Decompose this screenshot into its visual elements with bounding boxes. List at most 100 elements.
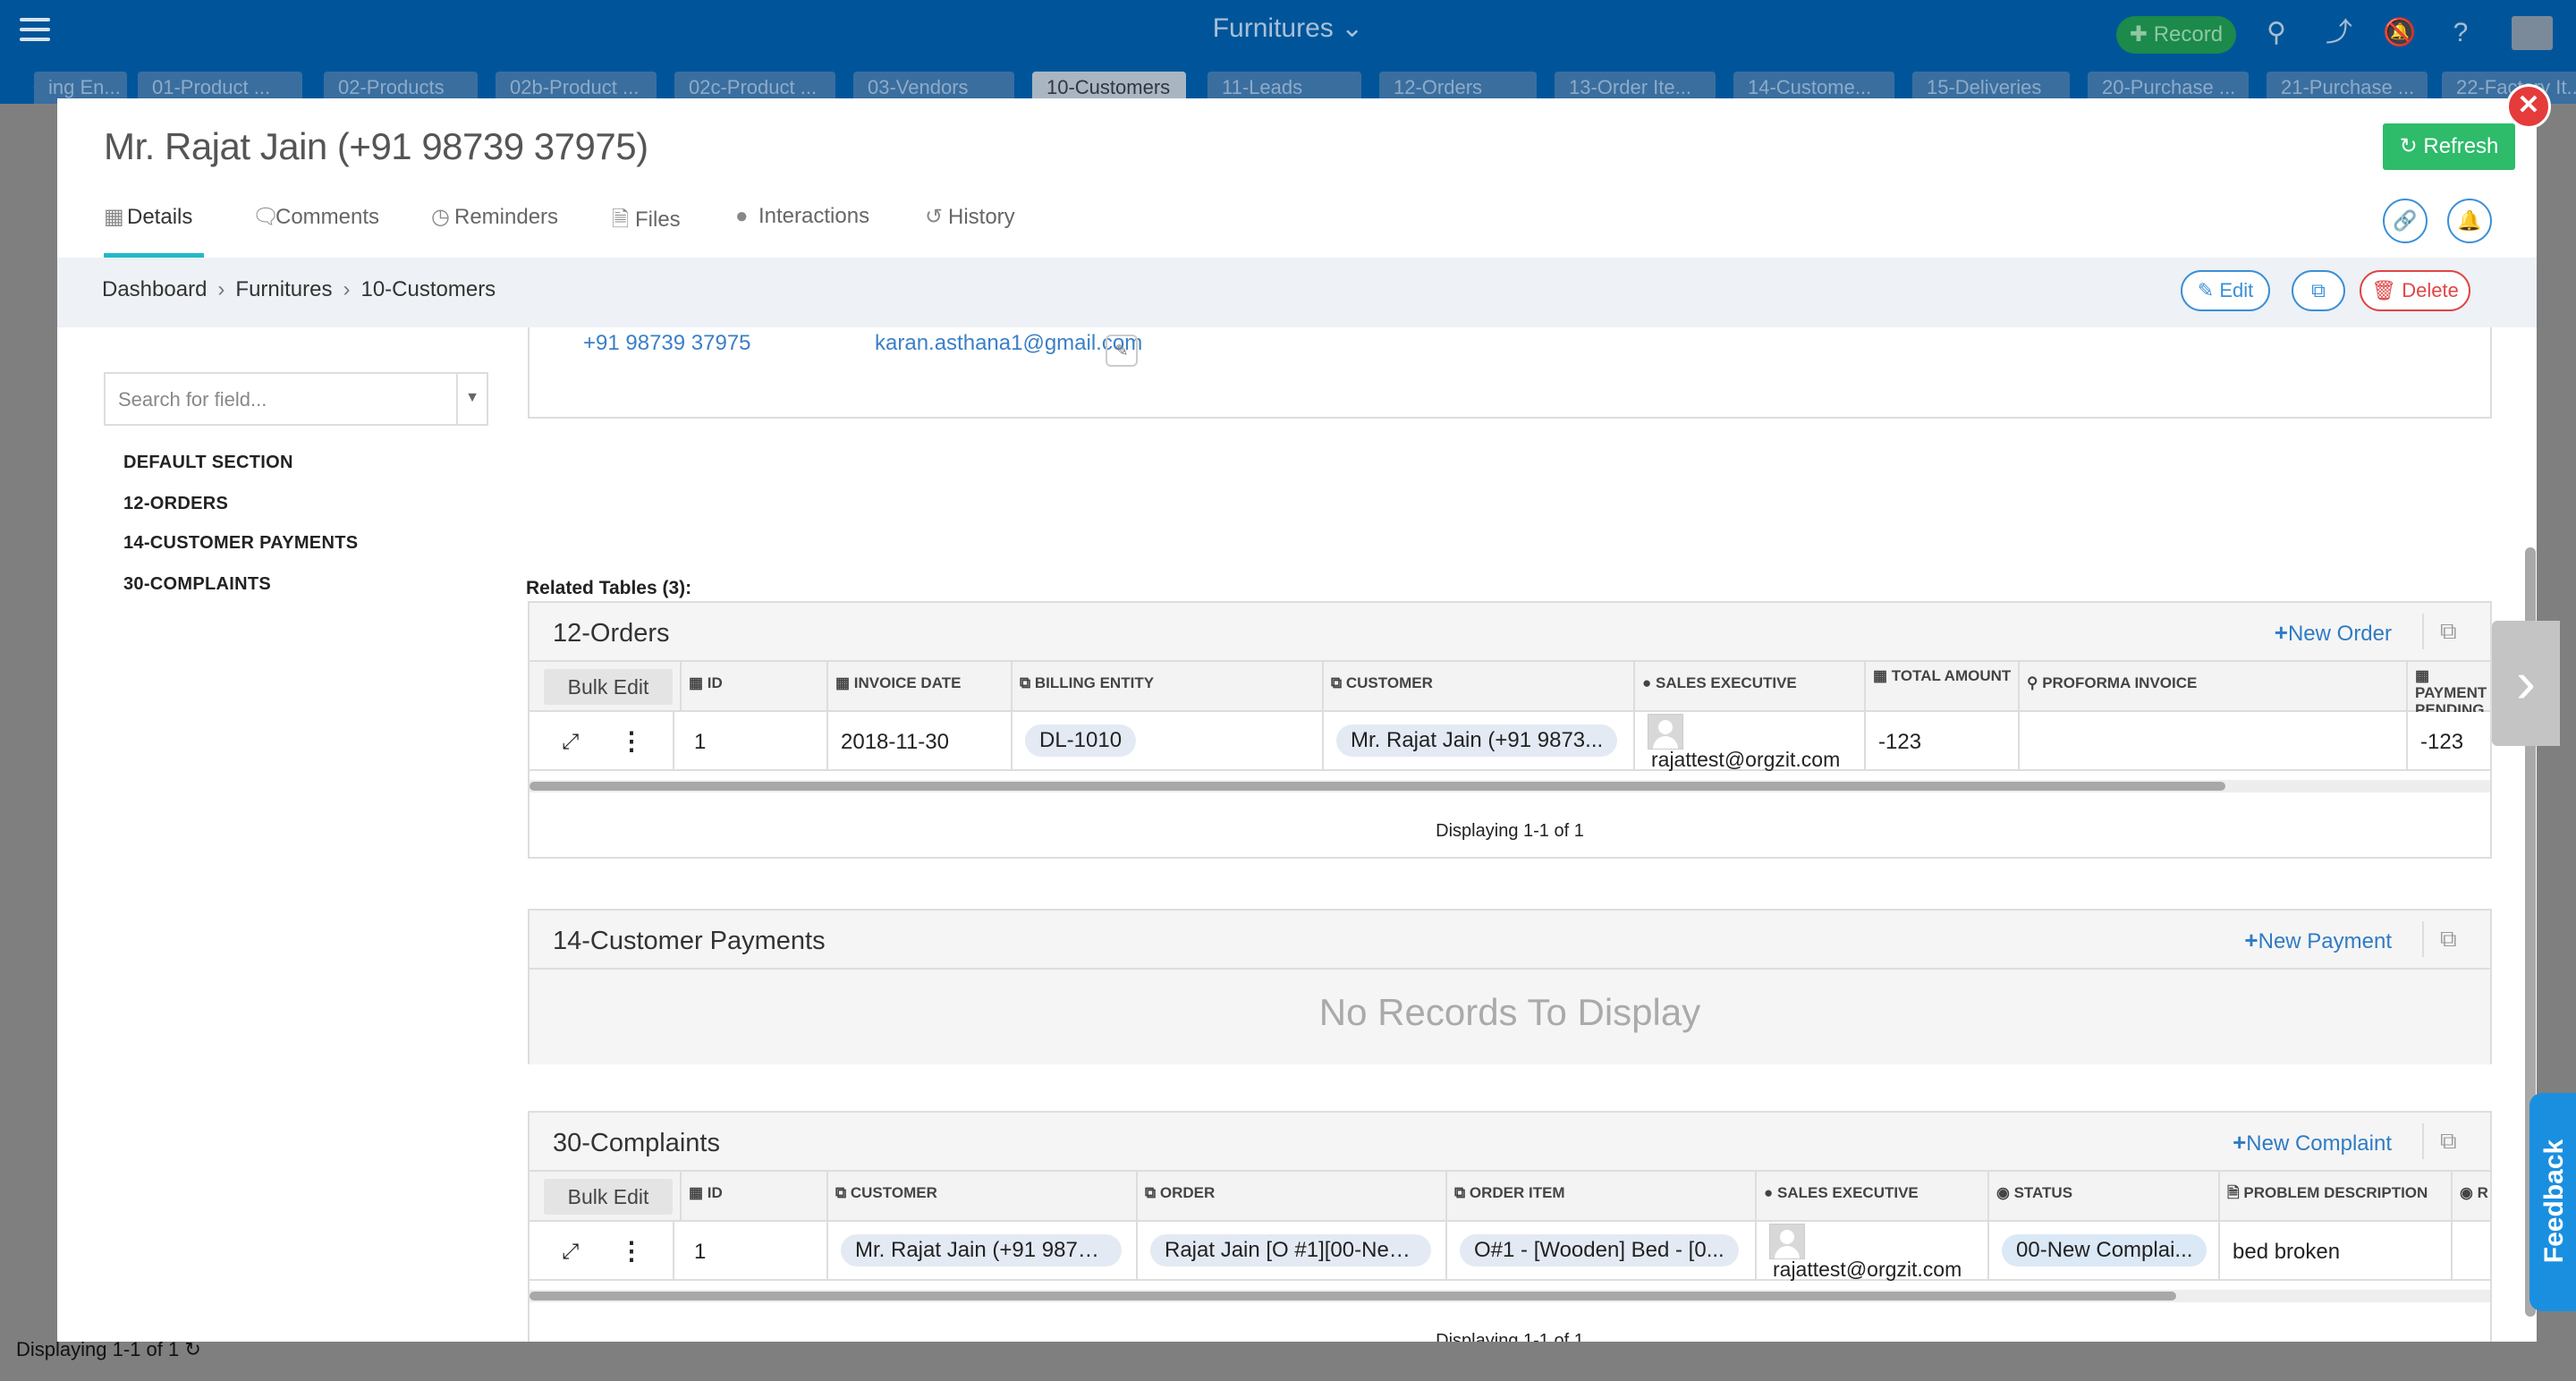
feedback-tab[interactable]: Feedback (2529, 1093, 2576, 1311)
more-options-icon[interactable]: ⋮ (619, 1236, 644, 1266)
column-id[interactable]: ▦ ID (680, 1172, 826, 1222)
tab-details[interactable]: ▦ Details (104, 204, 204, 258)
user-icon: ● (735, 204, 749, 228)
column-invoice-date[interactable]: ▦ INVOICE DATE (826, 662, 1011, 712)
order-chip[interactable]: Rajat Jain [O #1][00-New... (1150, 1234, 1431, 1267)
copy-button[interactable]: ⧉ (2292, 270, 2345, 311)
status-badge[interactable]: 00-New Complai... (2002, 1234, 2207, 1267)
app-title[interactable]: Furnitures ⌄ (1163, 13, 1413, 44)
section-link-customer-payments[interactable]: 14-CUSTOMER PAYMENTS (123, 533, 358, 554)
cell-customer: Mr. Rajat Jain (+91 9873... (1322, 712, 1633, 771)
pagination-info: Displaying 1-1 of 1 (1436, 1331, 1584, 1342)
avatar[interactable] (2512, 16, 2553, 50)
search-icon[interactable]: ⚲ (2259, 16, 2293, 50)
tab-reminders[interactable]: ◷ Reminders (431, 204, 558, 258)
breadcrumb-furnitures[interactable]: Furnitures (235, 277, 332, 301)
column-total-amount[interactable]: ▦ TOTAL AMOUNT (1864, 662, 2018, 712)
breadcrumb-dashboard[interactable]: Dashboard (102, 277, 207, 301)
payments-panel-header: 14-Customer Payments +New Payment ⧉ (530, 911, 2490, 970)
tab-interactions[interactable]: ● Interactions (735, 204, 869, 258)
column-r[interactable]: ◉ R (2451, 1172, 2494, 1222)
next-record-arrow-icon[interactable]: › (2492, 621, 2560, 746)
column-sales-executive[interactable]: ● SALES EXECUTIVE (1755, 1172, 1987, 1222)
phone-link[interactable]: +91 98739 37975 (583, 331, 751, 356)
column-billing-entity[interactable]: ⧉ BILLING ENTITY (1011, 662, 1322, 712)
upload-icon[interactable]: ⤴ (2322, 16, 2356, 50)
new-payment-button[interactable]: +New Payment (2244, 927, 2392, 954)
column-proforma-invoice[interactable]: ⚲ PROFORMA INVOICE (2018, 662, 2406, 712)
customer-chip[interactable]: Mr. Rajat Jain (+91 9873... (841, 1234, 1122, 1267)
customer-chip[interactable]: Mr. Rajat Jain (+91 9873... (1336, 724, 1618, 757)
cell-problem-description: bed broken (2218, 1222, 2451, 1281)
field-search-input[interactable]: Search for field... ▼ (104, 372, 488, 426)
email-link[interactable]: karan.asthana1@gmail.com (875, 331, 1142, 356)
order-item-chip[interactable]: O#1 - [Wooden] Bed - [0... (1460, 1234, 1739, 1267)
more-options-icon[interactable]: ⋮ (619, 726, 644, 756)
column-customer[interactable]: ⧉ CUSTOMER (826, 1172, 1136, 1222)
expand-icon[interactable]: ⤢ (562, 1240, 579, 1265)
chevron-down-icon[interactable]: ▼ (456, 374, 487, 424)
expand-icon[interactable]: ⤢ (562, 730, 579, 755)
breadcrumb-bar: Dashboard › Furnitures › 10-Customers ✎ Edit… (57, 258, 2537, 327)
section-link-orders[interactable]: 12-ORDERS (123, 494, 228, 514)
new-order-button[interactable]: +New Order (2275, 619, 2392, 647)
section-link-default[interactable]: DEFAULT SECTION (123, 453, 293, 473)
breadcrumb-customers[interactable]: 10-Customers (360, 277, 496, 301)
hamburger-menu-icon[interactable] (20, 18, 50, 45)
horizontal-scrollbar[interactable] (530, 780, 2490, 792)
cell-billing-entity: DL-1010 (1011, 712, 1322, 771)
link-icon[interactable]: 🔗 (2383, 199, 2428, 243)
external-link-icon[interactable]: ⧉ (2440, 1127, 2467, 1154)
tab-comments[interactable]: 🗨Comments (252, 204, 379, 258)
horizontal-scrollbar[interactable] (530, 1290, 2490, 1302)
tab-history[interactable]: ↺ History (925, 204, 1015, 258)
complaints-panel-header: 30-Complaints +New Complaint ⧉ (530, 1113, 2490, 1172)
cell-total-amount: -123 (1864, 712, 2018, 771)
contact-section: +91 98739 37975 karan.asthana1@gmail.com… (528, 327, 2492, 419)
breadcrumb: Dashboard › Furnitures › 10-Customers (102, 277, 496, 301)
column-order[interactable]: ⧉ ORDER (1136, 1172, 1445, 1222)
cell-sales-executive: rajattest@orgzit.com (1633, 712, 1864, 771)
billing-entity-chip[interactable]: DL-1010 (1025, 724, 1137, 757)
external-link-icon[interactable]: ⧉ (2440, 617, 2467, 644)
cell-order-item: O#1 - [Wooden] Bed - [0... (1445, 1222, 1755, 1281)
column-id[interactable]: ▦ ID (680, 662, 762, 712)
record-title: Mr. Rajat Jain (+91 98739 37975) (104, 125, 648, 167)
column-status[interactable]: ◉ STATUS (1987, 1172, 2218, 1222)
column-order-item[interactable]: ⧉ ORDER ITEM (1445, 1172, 1755, 1222)
cell-sales-executive: rajattest@orgzit.com (1755, 1222, 1987, 1281)
table-row[interactable]: ⤢ ⋮ 1 2018-11-30 DL-1010 Mr. Rajat Jain (… (530, 712, 2490, 771)
section-link-complaints[interactable]: 30-COMPLAINTS (123, 574, 271, 595)
orders-grid-header: Bulk Edit ▦ ID ▦ INVOICE DATE ⧉ BILLING … (530, 662, 2490, 712)
external-link-icon[interactable]: ⧉ (2440, 925, 2467, 952)
cell-order: Rajat Jain [O #1][00-New... (1136, 1222, 1445, 1281)
refresh-button[interactable]: ↻ Refresh (2383, 123, 2515, 170)
close-icon[interactable]: ✕ (2506, 84, 2551, 129)
help-icon[interactable]: ? (2444, 16, 2478, 50)
pagination-info: Displaying 1-1 of 1 (1436, 821, 1584, 841)
orders-panel-header: 12-Orders +New Order ⧉ (530, 603, 2490, 662)
empty-state: No Records To Display (1318, 991, 1701, 1033)
delete-button[interactable]: 🗑 Delete (2360, 270, 2470, 311)
edit-icon[interactable]: ✎ (1106, 335, 1138, 367)
bulk-edit-button[interactable]: Bulk Edit (544, 1179, 673, 1215)
avatar (1769, 1224, 1805, 1259)
related-tables-label: Related Tables (3): (526, 578, 692, 598)
bell-icon[interactable]: 🔔 (2447, 199, 2492, 243)
column-customer[interactable]: ⧉ CUSTOMER (1322, 662, 1633, 712)
payments-title: 14-Customer Payments (553, 927, 826, 955)
table-row[interactable]: ⤢ ⋮ 1 Mr. Rajat Jain (+91 9873... Rajat J… (530, 1222, 2490, 1281)
tab-files[interactable]: 🗎 Files (612, 204, 681, 258)
bulk-edit-button[interactable]: Bulk Edit (544, 669, 673, 705)
column-problem-description[interactable]: 🗎 PROBLEM DESCRIPTION (2218, 1172, 2451, 1222)
cell-r (2451, 1222, 2494, 1281)
app-topbar: Furnitures ⌄ ✚ Record ⚲ ⤴ 🔕 ? (0, 0, 2576, 64)
new-complaint-button[interactable]: +New Complaint (2233, 1129, 2392, 1156)
cell-id: 1 (673, 1222, 826, 1281)
cell-payment-pending: -123 (2406, 712, 2494, 771)
notifications-off-icon[interactable]: 🔕 (2383, 16, 2417, 50)
column-payment-pending[interactable]: ▦ PAYMENT PENDING (2406, 662, 2494, 712)
column-sales-executive[interactable]: ● SALES EXECUTIVE (1633, 662, 1864, 712)
record-button[interactable]: ✚ Record (2116, 16, 2236, 54)
edit-button[interactable]: ✎ Edit (2181, 270, 2270, 311)
